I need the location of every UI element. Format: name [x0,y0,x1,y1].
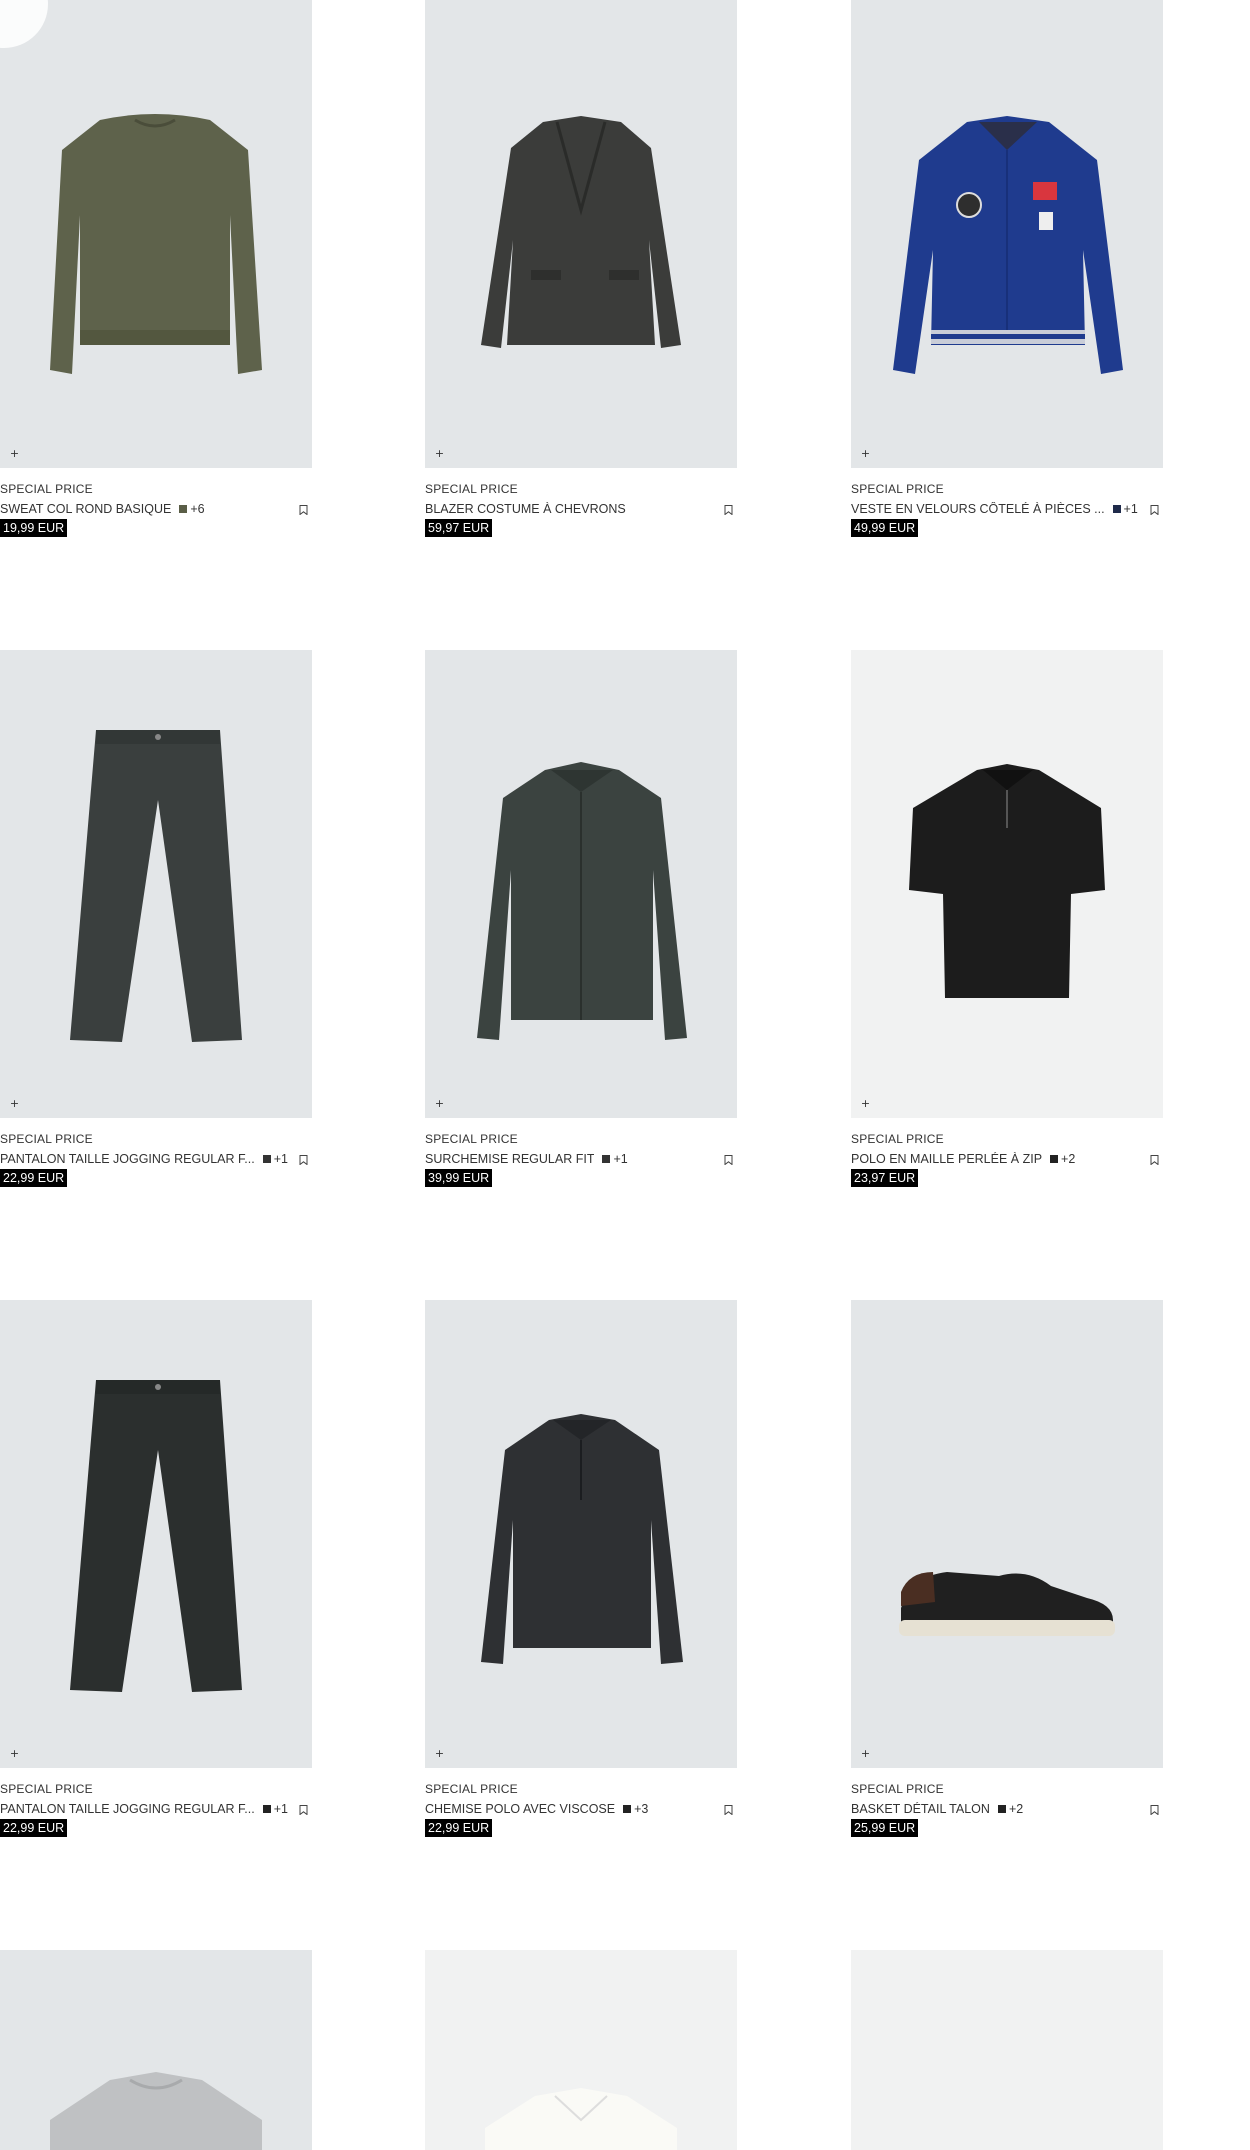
sweater-image [50,114,262,374]
product-tag: SPECIAL PRICE [0,1132,93,1146]
product-image[interactable]: + [851,650,1163,1118]
color-swatch[interactable] [623,1805,632,1813]
overshirt-image [477,762,687,1040]
polo-image [909,764,1105,998]
product-name[interactable]: VESTE EN VELOURS CÔTELÉ À PIÈCES ... [851,502,1105,516]
blazer-image [481,116,681,348]
more-colors[interactable]: +3 [634,1802,648,1816]
bookmark-icon[interactable] [299,1805,308,1815]
product-name[interactable]: PANTALON TAILLE JOGGING REGULAR F... [0,1802,255,1816]
product-price: 22,99 EUR [0,1819,68,1837]
product-card[interactable]: + SPECIAL PRICE SURCHEMISE REGULAR FIT +… [425,650,737,1198]
more-colors[interactable]: +1 [1124,502,1138,516]
bookmark-icon[interactable] [724,1805,733,1815]
product-name[interactable]: PANTALON TAILLE JOGGING REGULAR F... [0,1152,255,1166]
more-colors[interactable]: +6 [190,502,204,516]
more-colors[interactable]: +2 [1061,1152,1075,1166]
more-colors[interactable]: +1 [274,1802,288,1816]
product-card[interactable]: + SPECIAL PRICE SWEAT COL ROND BASIQUE +… [0,0,312,548]
color-swatch[interactable] [179,505,188,513]
color-swatch[interactable] [997,1805,1006,1813]
product-price: 23,97 EUR [851,1169,919,1187]
quick-add-icon[interactable]: + [9,1748,20,1759]
product-image[interactable]: + [425,0,737,468]
product-price: 59,97 EUR [425,519,493,537]
quick-add-icon[interactable]: + [434,1748,445,1759]
color-swatch[interactable] [1112,505,1121,513]
quick-add-icon[interactable]: + [9,448,20,459]
product-name[interactable]: BLAZER COSTUME À CHEVRONS [425,502,626,516]
product-price: 19,99 EUR [0,519,68,537]
more-colors[interactable]: +1 [274,1152,288,1166]
product-price: 22,99 EUR [425,1819,493,1837]
product-image[interactable]: + [851,0,1163,468]
product-card[interactable]: + SPECIAL PRICE PANTALON TAILLE JOGGING … [0,1300,312,1848]
color-swatch[interactable] [602,1155,611,1163]
product-card-partial[interactable] [851,1950,1163,2150]
quick-add-icon[interactable]: + [860,448,871,459]
sneaker-image [899,1572,1115,1636]
bookmark-icon[interactable] [299,505,308,515]
quick-add-icon[interactable]: + [860,1748,871,1759]
product-card[interactable]: + SPECIAL PRICE VESTE EN VELOURS CÔTELÉ … [851,0,1163,548]
color-swatch[interactable] [262,1155,271,1163]
product-tag: SPECIAL PRICE [425,1782,518,1796]
product-card-partial[interactable] [0,1950,312,2150]
product-card-partial[interactable] [425,1950,737,2150]
quick-add-icon[interactable]: + [434,1098,445,1109]
more-colors[interactable]: +2 [1009,1802,1023,1816]
product-tag: SPECIAL PRICE [0,482,93,496]
trousers-image [70,1380,242,1692]
jacket-image [893,116,1123,374]
product-image[interactable]: + [0,650,312,1118]
quick-add-icon[interactable]: + [9,1098,20,1109]
product-image[interactable] [0,1950,312,2150]
product-image[interactable]: + [0,0,312,468]
product-price: 25,99 EUR [851,1819,919,1837]
product-tag: SPECIAL PRICE [425,482,518,496]
bookmark-icon[interactable] [299,1155,308,1165]
bookmark-icon[interactable] [724,505,733,515]
product-card[interactable]: + SPECIAL PRICE BLAZER COSTUME À CHEVRON… [425,0,737,548]
trousers-image [70,730,242,1042]
product-image[interactable]: + [0,1300,312,1768]
bookmark-icon[interactable] [1150,505,1159,515]
quick-add-icon[interactable]: + [434,448,445,459]
product-image[interactable]: + [425,650,737,1118]
product-price: 49,99 EUR [851,519,919,537]
product-image[interactable] [425,1950,737,2150]
shirt-image [481,1414,683,1664]
product-name[interactable]: BASKET DÉTAIL TALON [851,1802,990,1816]
color-swatch[interactable] [262,1805,271,1813]
bookmark-icon[interactable] [1150,1155,1159,1165]
white-polo-image [485,2088,677,2150]
product-card[interactable]: + SPECIAL PRICE CHEMISE POLO AVEC VISCOS… [425,1300,737,1848]
product-name[interactable]: POLO EN MAILLE PERLÉE À ZIP [851,1152,1042,1166]
product-tag: SPECIAL PRICE [851,482,944,496]
product-price: 39,99 EUR [425,1169,493,1187]
product-image [851,1950,1163,2150]
product-card[interactable]: + SPECIAL PRICE PANTALON TAILLE JOGGING … [0,650,312,1198]
product-card[interactable]: + SPECIAL PRICE BASKET DÉTAIL TALON +2 2… [851,1300,1163,1848]
color-swatch[interactable] [1050,1155,1059,1163]
more-colors[interactable]: +1 [613,1152,627,1166]
product-tag: SPECIAL PRICE [851,1782,944,1796]
bookmark-icon[interactable] [724,1155,733,1165]
product-tag: SPECIAL PRICE [425,1132,518,1146]
product-image[interactable]: + [425,1300,737,1768]
product-tag: SPECIAL PRICE [0,1782,93,1796]
product-tag: SPECIAL PRICE [851,1132,944,1146]
product-card[interactable]: + SPECIAL PRICE POLO EN MAILLE PERLÉE À … [851,650,1163,1198]
product-name[interactable]: SURCHEMISE REGULAR FIT [425,1152,594,1166]
tshirt-image [50,2072,262,2150]
product-name[interactable]: SWEAT COL ROND BASIQUE [0,502,171,516]
product-name[interactable]: CHEMISE POLO AVEC VISCOSE [425,1802,615,1816]
product-image[interactable]: + [851,1300,1163,1768]
bookmark-icon[interactable] [1150,1805,1159,1815]
product-price: 22,99 EUR [0,1169,68,1187]
quick-add-icon[interactable]: + [860,1098,871,1109]
